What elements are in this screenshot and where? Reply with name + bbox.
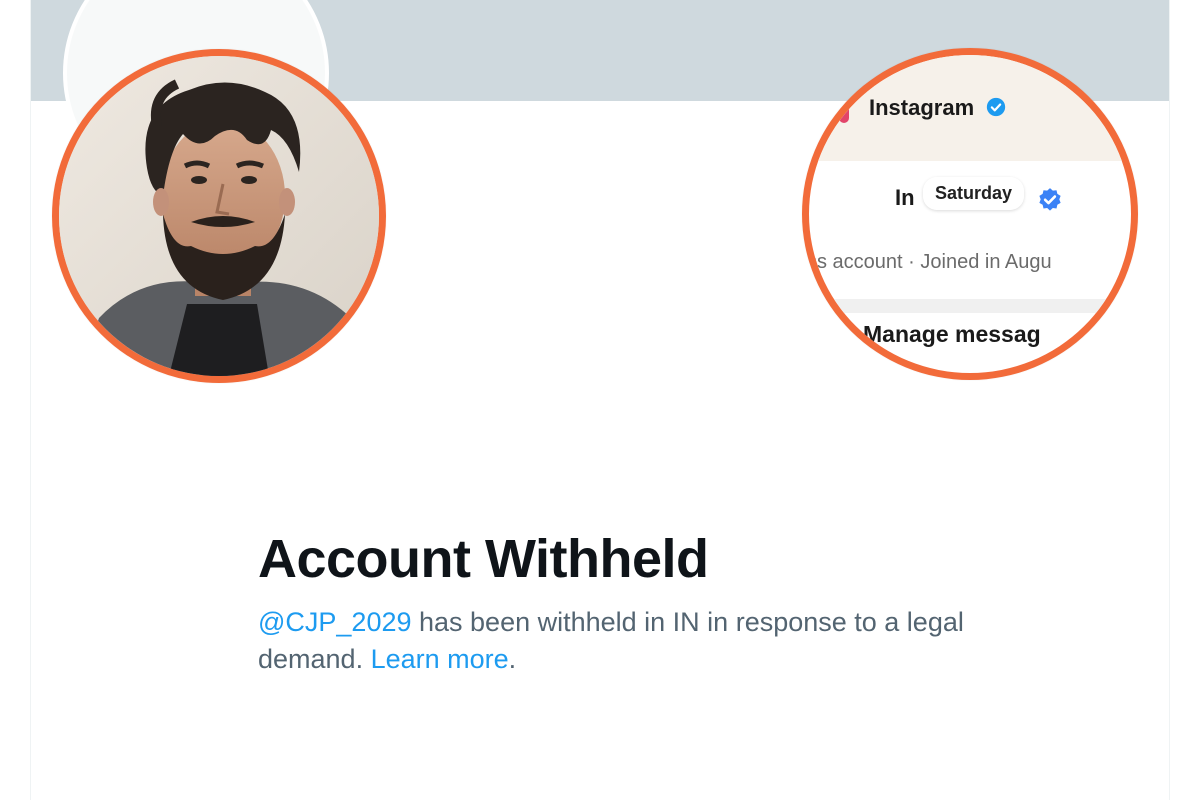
verified-badge-icon (987, 98, 1006, 117)
learn-more-link[interactable]: Learn more (371, 644, 509, 674)
instagram-name-prefix: In (895, 185, 915, 210)
highlighted-instagram-callout: Instagram In Saturday ss account · Joine… (802, 48, 1138, 380)
person-portrait-image (59, 56, 379, 376)
highlighted-profile-photo (52, 49, 386, 383)
profile-page: Instagram In Saturday ss account · Joine… (0, 0, 1200, 800)
instagram-screenshot: Instagram In Saturday ss account · Joine… (809, 55, 1131, 373)
instagram-logo-fragment (839, 103, 849, 123)
manage-messages-button[interactable]: Manage messag (863, 321, 1041, 348)
instagram-divider (809, 299, 1131, 313)
instagram-label: Instagram (869, 95, 975, 120)
notice-message: @CJP_2029 has been withheld in IN in res… (258, 604, 978, 678)
instagram-account-subtitle: ss account · Joined in Augu (807, 251, 1052, 273)
notice-title: Account Withheld (258, 529, 709, 589)
saturday-overlay-pill: Saturday (923, 177, 1025, 210)
profile-handle-link[interactable]: @CJP_2029 (258, 607, 412, 637)
account-withheld-notice: Account Withheld @CJP_2029 has been with… (258, 528, 978, 678)
notice-trailing-period: . (508, 644, 517, 674)
instagram-label-row: Instagram (869, 95, 1006, 121)
verified-badge-icon (1039, 188, 1061, 211)
